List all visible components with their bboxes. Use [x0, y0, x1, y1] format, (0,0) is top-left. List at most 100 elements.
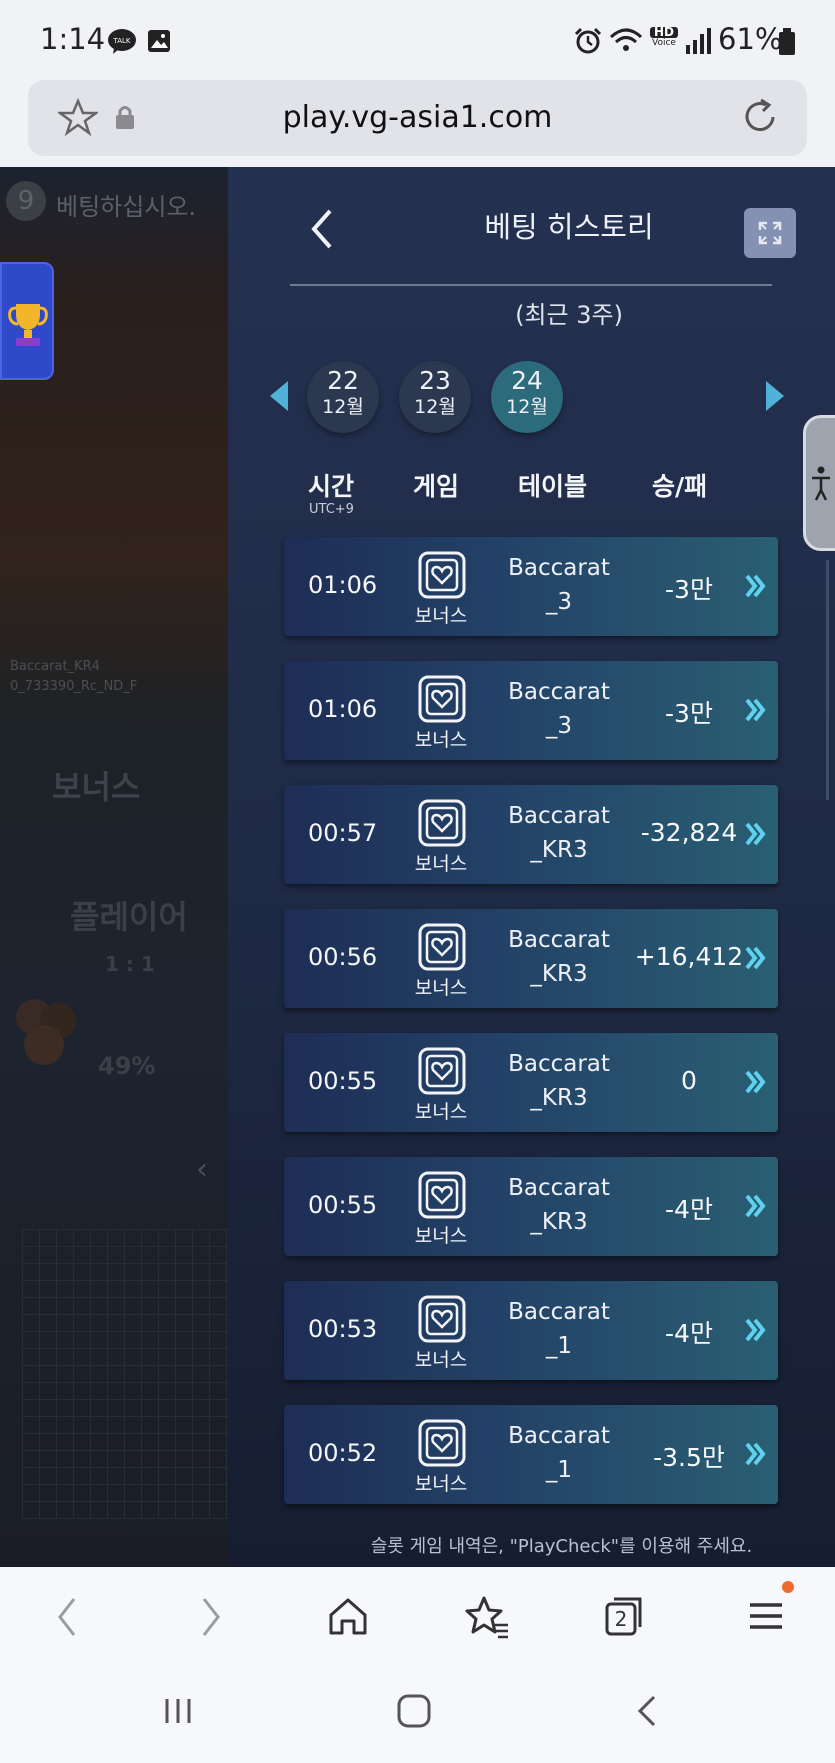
double-chevron-icon[interactable] [744, 1317, 768, 1343]
tabs-count: 2 [607, 1607, 635, 1631]
forward-icon[interactable] [196, 1595, 226, 1639]
bg-payout: 1 : 1 [105, 952, 155, 976]
col-header-game: 게임 [413, 467, 459, 503]
double-chevron-icon[interactable] [744, 697, 768, 723]
double-chevron-icon[interactable] [744, 573, 768, 599]
row-table: Baccarat_1 [494, 1295, 624, 1363]
bg-table-line-1: Baccarat_KR4 [10, 659, 100, 674]
row-result: -3.5만 [624, 1438, 754, 1474]
history-row[interactable]: 00:57 보너스 Baccarat_KR3 -32,824 [284, 785, 778, 884]
wifi-icon [608, 25, 644, 55]
expand-icon [744, 208, 796, 258]
status-time: 1:14 [40, 22, 105, 56]
date-button-22[interactable]: 22 12월 [307, 361, 379, 433]
date-button-24-active[interactable]: 24 12월 [491, 361, 563, 433]
bead-road-grid [22, 1229, 228, 1519]
row-table-id: _KR3 [530, 837, 587, 863]
home-nav-icon[interactable] [396, 1693, 432, 1729]
status-bar: 1:14 TALK HD Voice 61% [0, 0, 835, 80]
date-day: 23 [399, 367, 471, 395]
card-heart-icon [418, 675, 466, 723]
date-button-23[interactable]: 23 12월 [399, 361, 471, 433]
hd-label: HD [650, 27, 678, 38]
bookmarks-icon[interactable] [464, 1595, 510, 1639]
bg-table-line-2: 0_733390_Rc_ND_F [10, 679, 137, 694]
gallery-icon [147, 29, 171, 53]
signal-icon [685, 27, 711, 55]
double-chevron-icon[interactable] [744, 1193, 768, 1219]
row-result: +16,412 [624, 942, 754, 971]
history-row[interactable]: 00:55 보너스 Baccarat_KR3 -4만 [284, 1157, 778, 1256]
history-row[interactable]: 00:52 보너스 Baccarat_1 -3.5만 [284, 1405, 778, 1504]
row-time: 00:55 [308, 1067, 377, 1095]
row-table-name: Baccarat [508, 1299, 610, 1325]
double-chevron-icon[interactable] [744, 821, 768, 847]
kakaotalk-icon: TALK [108, 28, 136, 54]
trophy-icon [2, 264, 52, 378]
row-table-name: Baccarat [508, 1423, 610, 1449]
svg-text:TALK: TALK [112, 37, 130, 45]
date-day: 22 [307, 367, 379, 395]
battery-percent: 61% [718, 22, 782, 56]
row-table-id: _KR3 [530, 1085, 587, 1111]
history-list: 01:06 보너스 Baccarat_3 -3만 01:06 보너스 Bacca… [284, 537, 778, 1529]
hd-voice-icon: HD Voice [650, 27, 678, 49]
row-table-id: _KR3 [530, 1209, 587, 1235]
date-next-arrow[interactable] [766, 381, 784, 411]
bg-player-label: 플레이어 [70, 892, 188, 938]
row-table-name: Baccarat [508, 1175, 610, 1201]
system-nav-bar [0, 1671, 835, 1763]
browser-toolbar: 2 [0, 1567, 835, 1671]
round-number: 9 [6, 181, 46, 221]
date-prev-arrow[interactable] [270, 381, 288, 411]
accessibility-icon [806, 418, 835, 548]
row-table-name: Baccarat [508, 555, 610, 581]
row-time: 01:06 [308, 695, 377, 723]
url-text[interactable]: play.vg-asia1.com [28, 100, 807, 135]
col-header-timezone: UTC+9 [309, 502, 354, 517]
row-table-id: _1 [546, 1457, 572, 1483]
history-row[interactable]: 01:06 보너스 Baccarat_3 -3만 [284, 537, 778, 636]
history-row[interactable]: 00:55 보너스 Baccarat_KR3 0 [284, 1033, 778, 1132]
fullscreen-button[interactable] [744, 208, 796, 258]
period-subtitle: (최근 3주) [228, 295, 835, 330]
reload-icon[interactable] [739, 96, 781, 138]
row-game: 보너스 [394, 973, 488, 1000]
trophy-button[interactable] [0, 262, 54, 380]
row-game: 보너스 [394, 725, 488, 752]
double-chevron-icon[interactable] [744, 1441, 768, 1467]
row-game: 보너스 [394, 1097, 488, 1124]
row-time: 00:53 [308, 1315, 377, 1343]
row-time: 00:52 [308, 1439, 377, 1467]
tabs-button[interactable]: 2 [604, 1595, 644, 1637]
row-time: 00:55 [308, 1191, 377, 1219]
address-bar[interactable]: play.vg-asia1.com [28, 80, 807, 156]
title-divider [290, 284, 772, 286]
battery-icon [778, 28, 796, 56]
menu-icon[interactable] [746, 1579, 794, 1637]
back-nav-icon[interactable] [632, 1693, 662, 1729]
back-icon[interactable] [52, 1595, 82, 1639]
row-table-id: _KR3 [530, 961, 587, 987]
row-result: -3만 [624, 570, 754, 606]
home-icon[interactable] [327, 1595, 369, 1639]
row-table: Baccarat_KR3 [494, 1047, 624, 1115]
bg-bet-label: 보너스 [52, 762, 140, 808]
playcheck-footnote: 슬롯 게임 내역은, "PlayCheck"를 이용해 주세요. [228, 1532, 835, 1558]
bet-instruction: 베팅하십시오. [56, 187, 196, 222]
row-table-name: Baccarat [508, 803, 610, 829]
row-result: -32,824 [624, 818, 754, 847]
accessibility-tab[interactable] [803, 415, 835, 551]
recent-apps-icon[interactable] [162, 1693, 196, 1729]
row-time: 01:06 [308, 571, 377, 599]
row-result: -4만 [624, 1314, 754, 1350]
history-row[interactable]: 00:53 보너스 Baccarat_1 -4만 [284, 1281, 778, 1380]
date-month: 12월 [307, 395, 379, 419]
row-result: 0 [624, 1066, 754, 1095]
history-row[interactable]: 00:56 보너스 Baccarat_KR3 +16,412 [284, 909, 778, 1008]
history-row[interactable]: 01:06 보너스 Baccarat_3 -3만 [284, 661, 778, 760]
double-chevron-icon[interactable] [744, 1069, 768, 1095]
row-game: 보너스 [394, 1221, 488, 1248]
voice-label: Voice [650, 38, 678, 49]
double-chevron-icon[interactable] [744, 945, 768, 971]
